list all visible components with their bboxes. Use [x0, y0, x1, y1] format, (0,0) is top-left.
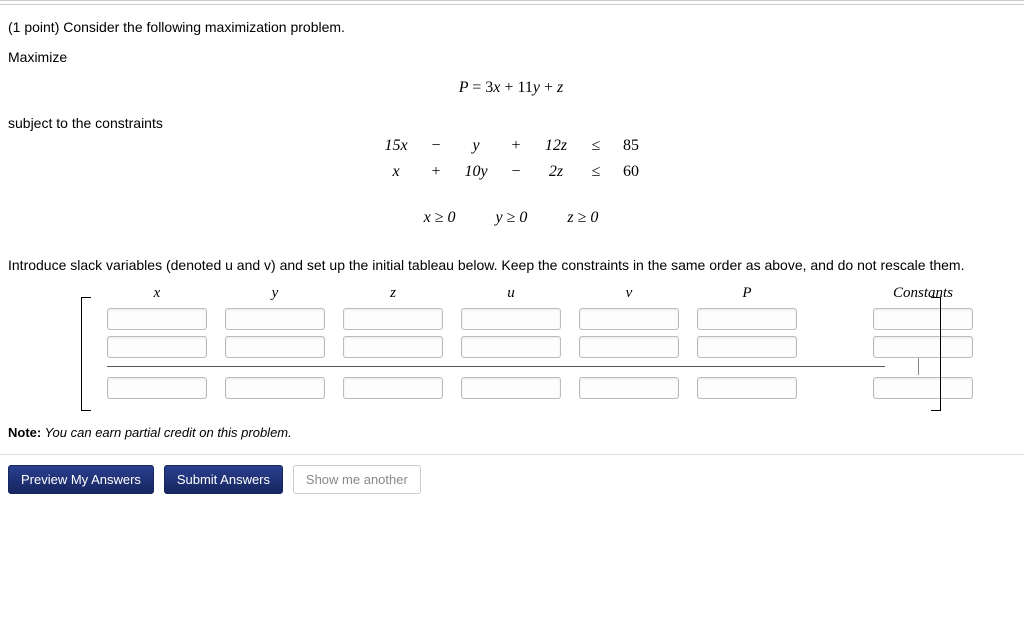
cell-r2-u[interactable] [461, 336, 561, 358]
button-row: Preview My Answers Submit Answers Show m… [0, 465, 1024, 506]
nonneg-z: z ≥ 0 [567, 209, 598, 226]
header-u: u [461, 285, 561, 302]
separator [0, 454, 1024, 455]
header-v: v [579, 285, 679, 302]
cell-r1-p[interactable] [697, 308, 797, 330]
tableau-divider [107, 366, 885, 367]
note-label: Note: [8, 425, 41, 440]
header-constants: Constants [873, 285, 973, 302]
cell-r3-p[interactable] [697, 377, 797, 399]
c1-term1: 15x [371, 137, 421, 155]
cell-r3-z[interactable] [343, 377, 443, 399]
c1-rhs: 85 [611, 137, 651, 155]
problem-prompt: (1 point) Consider the following maximiz… [8, 19, 1014, 35]
header-x: x [107, 285, 207, 302]
cell-r2-z[interactable] [343, 336, 443, 358]
c1-rel: ≤ [581, 137, 611, 155]
cell-r3-y[interactable] [225, 377, 325, 399]
points-prefix: (1 point) [8, 19, 63, 35]
submit-answers-button[interactable]: Submit Answers [164, 465, 283, 494]
c2-op1: + [421, 163, 451, 181]
nonneg-x: x ≥ 0 [424, 209, 456, 226]
show-another-button[interactable]: Show me another [293, 465, 421, 494]
c1-op2: + [501, 137, 531, 155]
c1-term3: 12z [531, 137, 581, 155]
c2-rel: ≤ [581, 163, 611, 181]
header-y: y [225, 285, 325, 302]
cell-r1-v[interactable] [579, 308, 679, 330]
c1-op1: − [421, 137, 451, 155]
subject-to-label: subject to the constraints [8, 115, 1014, 131]
cell-r1-u[interactable] [461, 308, 561, 330]
preview-answers-button[interactable]: Preview My Answers [8, 465, 154, 494]
nonneg-constraints: x ≥ 0 y ≥ 0 z ≥ 0 [8, 209, 1014, 227]
cell-r1-y[interactable] [225, 308, 325, 330]
objective-function: P = 3x + 11y + z [8, 79, 1014, 97]
cell-r1-z[interactable] [343, 308, 443, 330]
cell-r2-y[interactable] [225, 336, 325, 358]
cell-r3-u[interactable] [461, 377, 561, 399]
cell-r3-v[interactable] [579, 377, 679, 399]
cell-r2-x[interactable] [107, 336, 207, 358]
table-row [107, 336, 941, 358]
nonneg-y: y ≥ 0 [495, 209, 527, 226]
c1-term2: y [451, 137, 501, 155]
bracket-left-icon [81, 297, 91, 411]
instruction-text: Introduce slack variables (denoted u and… [8, 257, 1014, 273]
c2-term3: 2z [531, 163, 581, 181]
note-text: You can earn partial credit on this prob… [41, 425, 292, 440]
maximize-label: Maximize [8, 49, 1014, 65]
c2-term2: 10y [451, 163, 501, 181]
cell-r2-v[interactable] [579, 336, 679, 358]
partial-credit-note: Note: You can earn partial credit on thi… [8, 425, 1024, 440]
table-row [107, 377, 941, 399]
tableau: x y z u v P Constants [81, 279, 941, 411]
c2-op2: − [501, 163, 531, 181]
bracket-right-icon [931, 297, 941, 411]
cell-r1-const[interactable] [873, 308, 973, 330]
cell-r1-x[interactable] [107, 308, 207, 330]
cell-r2-const[interactable] [873, 336, 973, 358]
prompt-text: Consider the following maximization prob… [63, 19, 345, 35]
cell-r3-const[interactable] [873, 377, 973, 399]
cell-r3-x[interactable] [107, 377, 207, 399]
table-row [107, 308, 941, 330]
c2-term1: x [371, 163, 421, 181]
header-p: P [697, 285, 797, 302]
tableau-headers: x y z u v P Constants [107, 285, 941, 302]
header-z: z [343, 285, 443, 302]
cell-r2-p[interactable] [697, 336, 797, 358]
constraints-block: 15x − y + 12z ≤ 85 x + 10y − 2z ≤ 60 [8, 137, 1014, 181]
c2-rhs: 60 [611, 163, 651, 181]
